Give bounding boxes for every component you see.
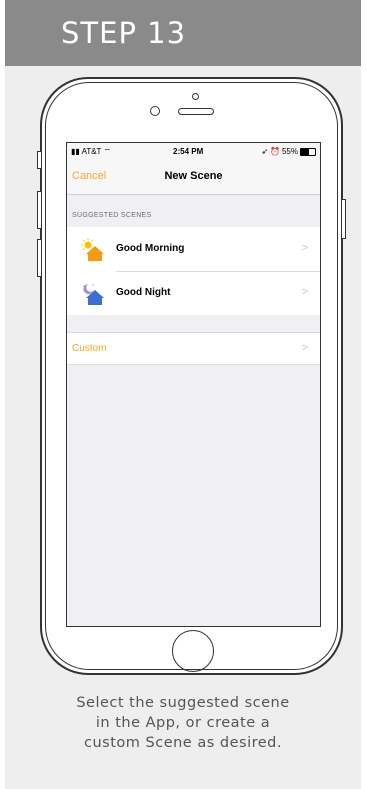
signal-icon: ▮▮: [71, 147, 80, 156]
phone-sensor: [192, 93, 199, 100]
nav-bar: Cancel New Scene: [67, 161, 320, 195]
step-title: STEP 13: [61, 16, 187, 50]
phone-illustration: ▮▮ AT&T ⌔ 2:54 PM ➶ ⏰ 55% Cancel New Sce…: [37, 77, 346, 675]
sun-house-icon: [81, 238, 104, 261]
alarm-icon: ⏰: [270, 147, 280, 156]
phone-screen: ▮▮ AT&T ⌔ 2:54 PM ➶ ⏰ 55% Cancel New Sce…: [66, 142, 321, 627]
suggested-scenes-list: Good Morning > Good Night >: [67, 227, 320, 315]
step-caption: Select the suggested scene in the App, o…: [5, 693, 361, 753]
carrier-label: AT&T: [81, 147, 102, 156]
custom-scene-row[interactable]: Custom >: [67, 332, 320, 365]
scene-row-good-morning[interactable]: Good Morning >: [67, 227, 320, 271]
caption-line: custom Scene as desired.: [84, 735, 282, 751]
page-title: New Scene: [164, 170, 223, 182]
status-right: ➶ ⏰ 55%: [261, 147, 316, 156]
caption-line: Select the suggested scene: [76, 695, 290, 711]
phone-home-button: [172, 630, 214, 672]
caption-line: in the App, or create a: [95, 715, 271, 731]
status-time: 2:54 PM: [173, 147, 204, 156]
phone-speaker: [178, 108, 214, 115]
instruction-card: STEP 13 ▮▮ AT&T ⌔ 2:54 PM ➶ ⏰ 55% Cancel…: [5, 0, 361, 789]
wifi-icon: ⌔: [103, 147, 112, 156]
phone-power-button: [341, 199, 346, 239]
scene-label: Good Night: [116, 287, 171, 298]
custom-label: Custom: [72, 343, 107, 354]
phone-side-button: [37, 151, 42, 169]
chevron-right-icon: >: [301, 242, 308, 254]
chevron-right-icon: >: [301, 286, 308, 298]
scene-row-good-night[interactable]: Good Night >: [67, 271, 320, 315]
battery-percent: 55%: [281, 147, 298, 156]
phone-volume-up: [37, 191, 42, 229]
location-icon: ➶: [261, 147, 269, 156]
scene-label: Good Morning: [116, 243, 185, 254]
status-bar: ▮▮ AT&T ⌔ 2:54 PM ➶ ⏰ 55%: [67, 143, 320, 161]
step-header: STEP 13: [5, 0, 361, 66]
status-carrier: ▮▮ AT&T ⌔: [71, 147, 111, 157]
phone-volume-down: [37, 239, 42, 277]
chevron-right-icon: >: [301, 342, 308, 354]
moon-house-icon: [83, 284, 104, 305]
battery-icon: [300, 147, 316, 156]
suggested-scenes-header: SUGGESTED SCENES: [72, 212, 152, 219]
phone-camera: [150, 106, 160, 116]
